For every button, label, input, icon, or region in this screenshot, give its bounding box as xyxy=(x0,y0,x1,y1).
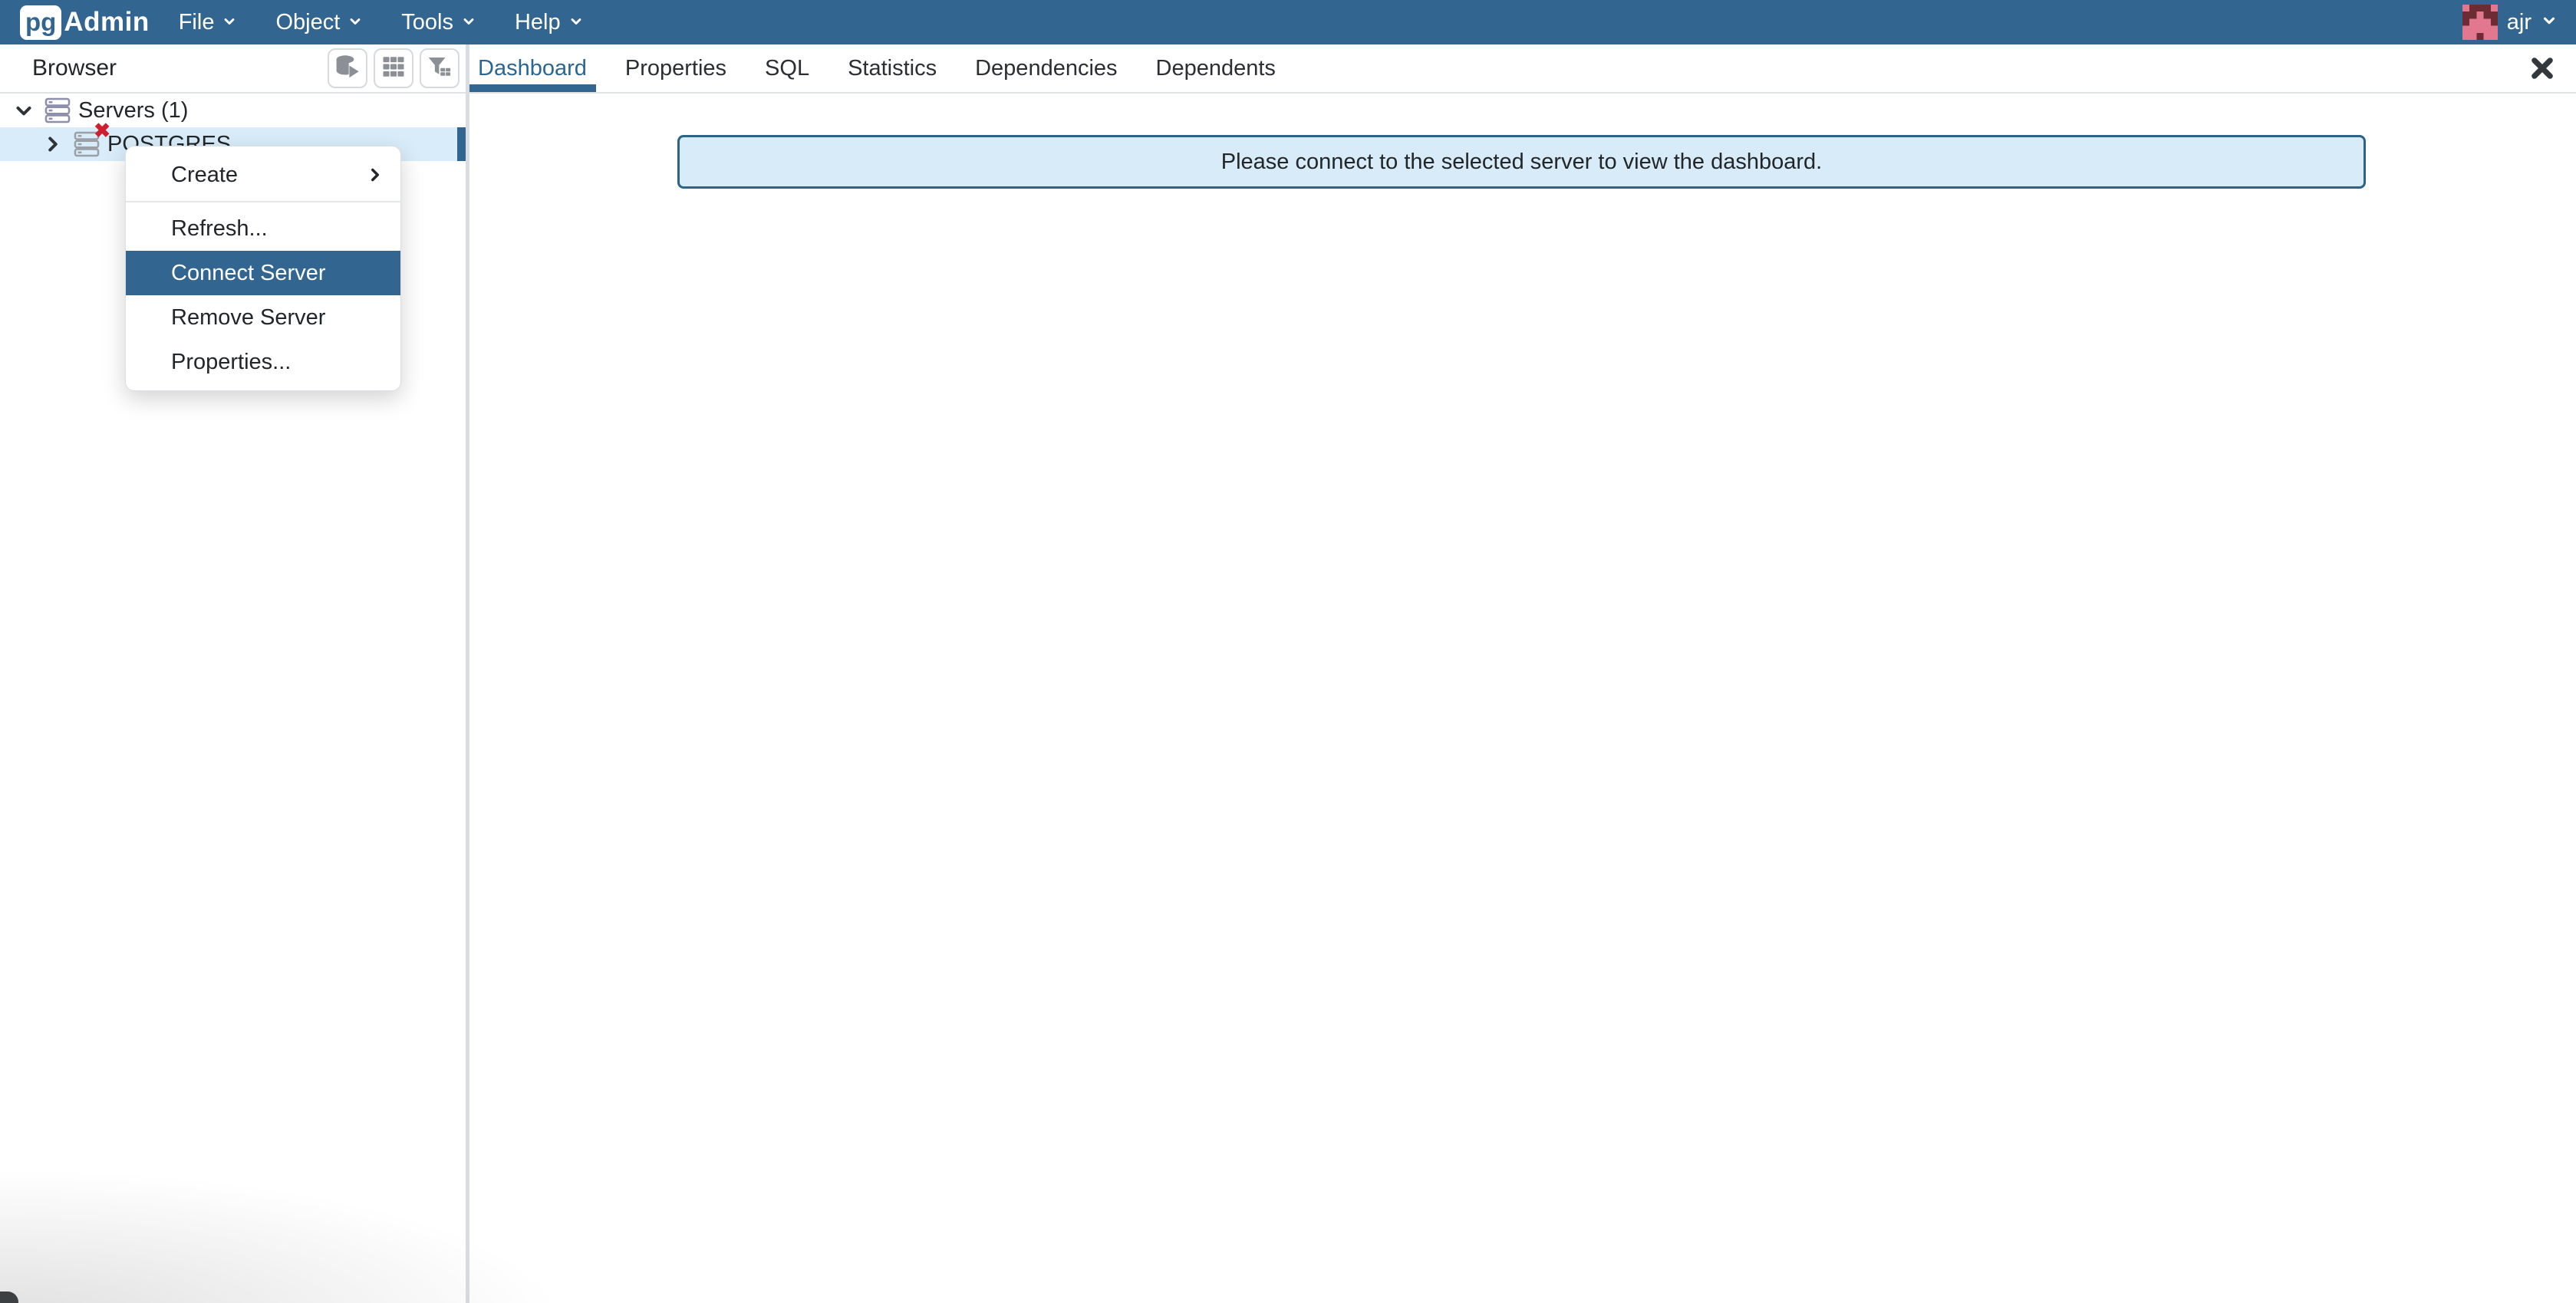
menu-help-label: Help xyxy=(515,10,561,35)
tab-sql[interactable]: SQL xyxy=(763,44,811,92)
menu-object-label: Object xyxy=(275,10,340,35)
server-group-icon xyxy=(43,96,72,125)
tab-dependencies[interactable]: Dependencies xyxy=(973,44,1118,92)
tab-statistics[interactable]: Statistics xyxy=(846,44,938,92)
chevron-down-icon xyxy=(461,10,476,35)
menu-tools-label: Tools xyxy=(401,10,453,35)
user-name: ajr xyxy=(2507,10,2532,35)
user-avatar xyxy=(2462,5,2498,40)
top-menubar: pg Admin File Object Tools Help ajr xyxy=(0,0,2576,44)
context-menu-connect-server[interactable]: Connect Server xyxy=(126,251,400,295)
submenu-chevron-right-icon xyxy=(365,165,385,185)
tab-properties[interactable]: Properties xyxy=(624,44,728,92)
detail-tabs: Dashboard Properties SQL Statistics Depe… xyxy=(476,44,1277,92)
selection-end-bar xyxy=(457,127,466,161)
disconnected-badge-icon: ✖ xyxy=(94,120,110,140)
panel-header-row: Browser xyxy=(0,44,2576,94)
menu-file[interactable]: File xyxy=(179,10,238,35)
chevron-down-icon xyxy=(348,10,363,35)
pgadmin-logo: pg Admin xyxy=(20,5,150,40)
user-menu[interactable]: ajr xyxy=(2462,5,2558,40)
view-data-button[interactable] xyxy=(374,48,413,88)
menu-object[interactable]: Object xyxy=(275,10,363,35)
filtered-rows-icon xyxy=(426,53,453,84)
context-menu-item-label: Connect Server xyxy=(171,261,326,286)
context-menu-properties[interactable]: Properties... xyxy=(126,340,400,384)
context-menu-item-label: Remove Server xyxy=(171,305,325,331)
tree-item-servers[interactable]: Servers (1) xyxy=(0,94,466,127)
context-menu-item-label: Create xyxy=(171,163,238,188)
browser-panel-title: Browser xyxy=(32,44,117,92)
chevron-down-icon xyxy=(568,10,584,35)
browser-toolbar xyxy=(328,48,460,88)
dashboard-pane: Please connect to the selected server to… xyxy=(469,95,2576,1303)
query-tool-icon xyxy=(334,53,361,84)
menu-file-label: File xyxy=(179,10,215,35)
context-menu-create[interactable]: Create xyxy=(126,153,400,197)
view-data-icon xyxy=(380,53,407,84)
context-menu-refresh[interactable]: Refresh... xyxy=(126,206,400,251)
tab-dependents[interactable]: Dependents xyxy=(1155,44,1277,92)
context-menu-remove-server[interactable]: Remove Server xyxy=(126,295,400,340)
logo-pg-mark: pg xyxy=(20,5,61,40)
context-menu-item-label: Properties... xyxy=(171,350,291,375)
filtered-rows-button[interactable] xyxy=(420,48,460,88)
connect-info-alert: Please connect to the selected server to… xyxy=(677,135,2366,189)
menu-separator xyxy=(126,201,400,202)
context-menu-item-label: Refresh... xyxy=(171,216,268,242)
chevron-down-icon xyxy=(222,10,237,35)
server-disconnected-icon: ✖ xyxy=(72,130,101,159)
tab-dashboard[interactable]: Dashboard xyxy=(476,44,588,92)
logo-admin-text: Admin xyxy=(64,7,149,38)
chevron-right-icon[interactable] xyxy=(41,133,64,156)
close-panel-icon[interactable] xyxy=(2528,54,2556,82)
menu-help[interactable]: Help xyxy=(515,10,584,35)
query-tool-button[interactable] xyxy=(328,48,367,88)
menu-tools[interactable]: Tools xyxy=(401,10,476,35)
server-context-menu: Create Refresh... Connect Server Remove … xyxy=(125,146,401,391)
chevron-down-icon xyxy=(2541,10,2558,35)
chevron-down-icon[interactable] xyxy=(12,99,35,122)
alert-message: Please connect to the selected server to… xyxy=(1221,150,1822,175)
